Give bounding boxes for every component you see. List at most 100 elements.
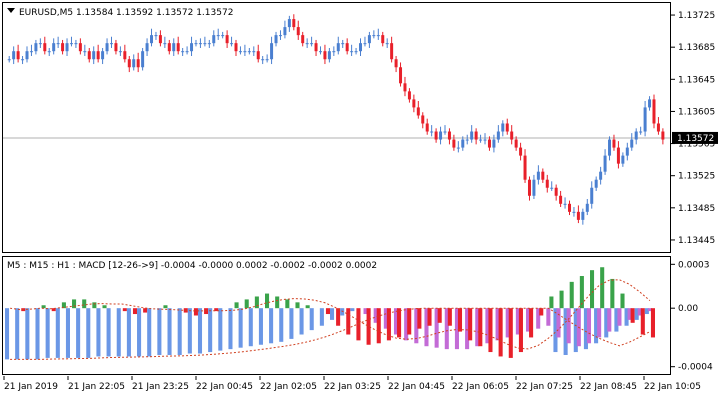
macd-bar-h1: [258, 308, 263, 345]
macd-bar-m5: [193, 308, 198, 316]
macd-bar-h1: [5, 308, 10, 360]
time-tick-label: 21 Jan 23:25: [132, 382, 189, 392]
candle-body: [341, 43, 345, 45]
time-tick-label: 21 Jan 2019: [4, 382, 58, 392]
candle-body: [83, 51, 87, 53]
chart-window[interactable]: EURUSD,M5 1.13584 1.13592 1.13572 1.1357…: [0, 0, 720, 400]
macd-bar-m5: [417, 308, 422, 329]
macd-bar-h1: [167, 308, 172, 355]
candle-body: [114, 43, 118, 52]
candle-body: [190, 43, 194, 52]
time-tick-label: 22 Jan 10:05: [644, 382, 701, 392]
candle-body: [105, 43, 109, 52]
macd-bar-m5: [234, 302, 239, 309]
indicator-tick-label: 0.0003: [678, 260, 710, 270]
macd-bar-m5: [102, 305, 107, 309]
time-axis[interactable]: 21 Jan 2019 21 Jan 22:05 21 Jan 23:25 22 Ja…: [0, 376, 720, 400]
macd-bar-h1: [106, 308, 111, 357]
candle-body: [612, 139, 616, 148]
candle-body: [52, 43, 56, 52]
candle-body: [536, 171, 540, 180]
macd-bar-m5: [336, 308, 341, 326]
candle-body: [407, 91, 411, 100]
candle-body: [87, 51, 91, 60]
candle-body: [123, 51, 127, 60]
macd-bar-m5: [457, 308, 463, 332]
macd-bar-h1: [269, 308, 274, 344]
candle-body: [541, 171, 545, 180]
macd-bar-m5: [508, 308, 513, 358]
candle-body: [270, 43, 274, 60]
candle-body: [172, 43, 176, 52]
indicator-header: M5 : M15 : H1 : MACD [12-26->9] -0.0004 …: [7, 261, 377, 271]
candlestick-chart: EURUSD,M5 1.13584 1.13592 1.13572 1.1357…: [3, 8, 670, 225]
candle-body: [568, 203, 572, 212]
macd-bar-m5: [427, 308, 432, 326]
macd-bar-m15: [597, 308, 602, 338]
candle-body: [581, 211, 585, 220]
macd-bar-m5: [132, 308, 138, 315]
candle-body: [652, 99, 656, 124]
current-price-tag: 1.13572: [672, 131, 718, 144]
candle-body: [403, 83, 407, 92]
candle-body: [16, 51, 20, 60]
candle-body: [483, 139, 487, 141]
macd-bar-m5: [559, 290, 564, 309]
candle-body: [390, 43, 394, 60]
candle-body: [109, 43, 113, 45]
candle-body: [65, 43, 69, 52]
macd-bar-h1: [299, 308, 304, 335]
candle-body: [487, 139, 491, 148]
candle-body: [443, 131, 447, 133]
macd-bar-m5: [92, 302, 97, 309]
macd-bar-m5: [366, 308, 371, 345]
candle-body: [394, 59, 398, 68]
candle-body: [158, 35, 162, 44]
price-chart-pane[interactable]: EURUSD,M5 1.13584 1.13592 1.13572 1.1357…: [2, 2, 671, 253]
candle-body: [576, 211, 580, 220]
candle-body: [132, 59, 136, 68]
candle-body: [416, 107, 420, 116]
indicator-axis[interactable]: 0.0003 0.00 -0.0004: [671, 256, 719, 375]
price-tick-label: 1.13645: [678, 75, 715, 85]
macd-bar-m5: [488, 308, 493, 353]
candle-body: [181, 51, 185, 53]
candle-body: [599, 171, 603, 180]
candle-body: [314, 43, 318, 52]
candle-body: [7, 59, 11, 61]
candle-body: [12, 51, 16, 60]
macd-bar-m15: [546, 308, 551, 326]
macd-bar-m5: [650, 308, 655, 338]
price-axis[interactable]: 1.137251.136851.136451.136051.135651.135…: [671, 2, 719, 253]
macd-bar-h1: [238, 308, 243, 348]
macd-indicator-pane[interactable]: M5 : M15 : H1 : MACD [12-26->9] -0.0004 …: [2, 256, 671, 375]
collapse-triangle-icon[interactable]: [7, 8, 15, 13]
macd-bar-m15: [586, 308, 592, 344]
candle-body: [594, 179, 598, 188]
macd-bar-h1: [218, 308, 223, 351]
macd-bar-h1: [157, 308, 162, 355]
candle-body: [221, 35, 225, 37]
candle-body: [256, 51, 260, 60]
macd-bar-m5: [468, 308, 473, 341]
candle-body: [559, 195, 563, 204]
price-tick-label: 1.13485: [678, 204, 715, 214]
candle-body: [648, 99, 652, 108]
time-tick-label: 21 Jan 22:05: [68, 382, 125, 392]
candle-body: [385, 43, 389, 45]
macd-bar-h1: [35, 308, 40, 360]
price-tick-label: 1.13445: [678, 236, 715, 246]
time-tick-label: 22 Jan 00:45: [196, 382, 253, 392]
candle-body: [496, 131, 500, 140]
candle-body: [354, 51, 358, 53]
candle-body: [376, 35, 380, 37]
macd-bar-h1: [319, 308, 324, 326]
macd-bar-m15: [617, 308, 622, 326]
symbol-info: EURUSD,M5 1.13584 1.13592 1.13572 1.1357…: [19, 8, 233, 18]
candle-body: [590, 187, 594, 204]
candle-body: [616, 147, 620, 164]
candle-body: [163, 43, 167, 45]
candle-body: [34, 43, 38, 52]
indicator-tick-label: -0.0004: [678, 363, 713, 373]
candle-body: [630, 139, 634, 148]
